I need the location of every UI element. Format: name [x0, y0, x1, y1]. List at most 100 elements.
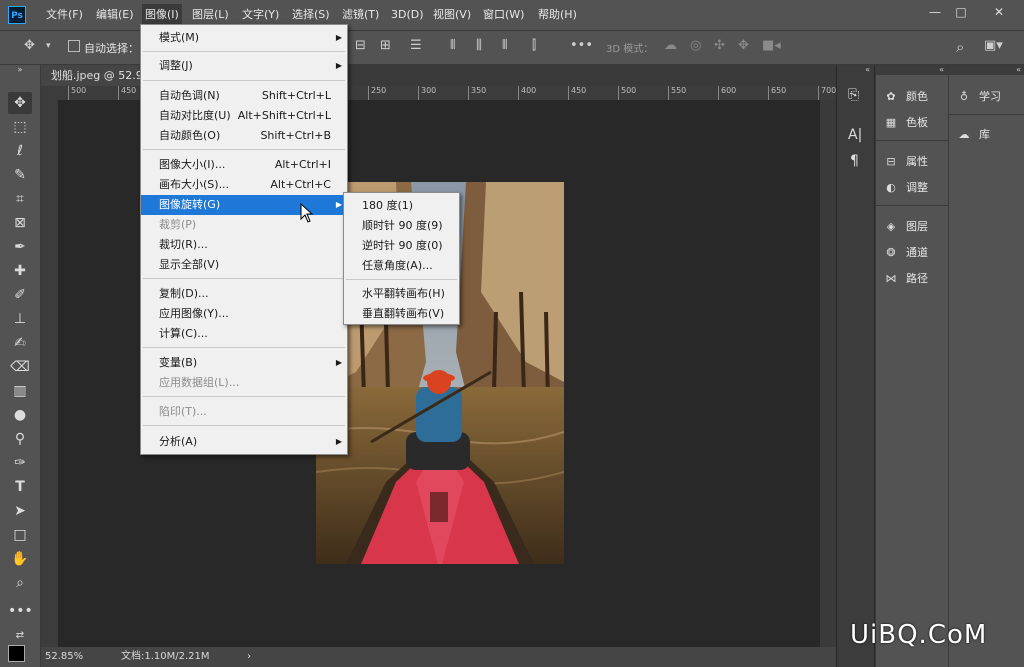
menu-item-rotate-ccw-90[interactable]: 逆时针 90 度(0) [344, 236, 459, 256]
3d-roll-icon[interactable]: ◎ [690, 38, 701, 53]
menu-window[interactable]: 窗口(W) [483, 0, 524, 30]
collapse-icon[interactable]: « [876, 65, 948, 75]
dropdown-arrow-icon[interactable]: ▾ [46, 41, 51, 51]
auto-select-checkbox[interactable] [68, 40, 80, 52]
menu-item-canvas-size[interactable]: 画布大小(S)... Alt+Ctrl+C [141, 175, 347, 195]
3d-scale-icon[interactable]: ■◂ [762, 38, 781, 53]
menu-item-image-rotation[interactable]: 图像旋转(G) ▶ [141, 195, 347, 215]
zoom-tool-icon[interactable]: ⌕ [8, 572, 32, 594]
history-brush-tool-icon[interactable]: ✍ [8, 332, 32, 354]
menu-item-rotate-arbitrary[interactable]: 任意角度(A)... [344, 256, 459, 276]
menu-item-auto-tone[interactable]: 自动色调(N) Shift+Ctrl+L [141, 86, 347, 106]
gradient-tool-icon[interactable]: ▥ [8, 380, 32, 402]
menu-help[interactable]: 帮助(H) [538, 0, 577, 30]
crop-tool-icon[interactable]: ⌗ [8, 188, 32, 210]
panel-channels[interactable]: ❂ 通道 [882, 242, 928, 264]
align-center-icon[interactable]: ⊞ [380, 38, 391, 53]
ruler-corner [41, 86, 58, 100]
panel-swatches[interactable]: ▦ 色板 [882, 112, 928, 134]
menu-item-label: 图像大小(I)... [159, 158, 226, 171]
close-button[interactable]: ✕ [988, 4, 1010, 20]
eyedropper-tool-icon[interactable]: ✒ [8, 236, 32, 258]
panel-swatches-label: 色板 [906, 116, 928, 129]
panel-learn[interactable]: ♁ 学习 [955, 86, 1001, 108]
menu-3d[interactable]: 3D(D) [391, 0, 424, 30]
paragraph-panel-icon[interactable]: ¶ [850, 153, 859, 169]
hand-tool-icon[interactable]: ✋ [8, 548, 32, 570]
menu-item-rotate-180[interactable]: 180 度(1) [344, 196, 459, 216]
panel-properties[interactable]: ⊟ 属性 [882, 151, 928, 173]
align-icon[interactable]: ⊟ [355, 38, 366, 53]
panel-adjustments[interactable]: ◐ 调整 [882, 177, 928, 199]
menu-item-auto-contrast[interactable]: 自动对比度(U) Alt+Shift+Ctrl+L [141, 106, 347, 126]
pen-tool-icon[interactable]: ✑ [8, 452, 32, 474]
distribute-space-icon[interactable]: ⫿ [532, 38, 536, 53]
panel-paths[interactable]: ⋈ 路径 [882, 268, 929, 290]
menu-item-apply-data-set[interactable]: 应用数据组(L)... [141, 373, 347, 393]
menu-item-trap[interactable]: 陷印(T)... [141, 402, 347, 422]
menu-item-mode[interactable]: 模式(M) ▶ [141, 28, 347, 48]
panel-libraries[interactable]: ☁ 库 [955, 124, 991, 146]
menu-item-trim[interactable]: 裁切(R)... [141, 235, 347, 255]
panel-color[interactable]: ✿ 颜色 [882, 86, 928, 108]
history-panel-icon[interactable]: ⎘ [848, 87, 859, 103]
distribute-icon[interactable]: ⫴ [450, 38, 455, 53]
healing-brush-tool-icon[interactable]: ✚ [8, 260, 32, 282]
brush-tool-icon[interactable]: ✐ [8, 284, 32, 306]
search-icon[interactable]: ⌕ [956, 38, 964, 56]
swap-colors-icon[interactable]: ⇄ [8, 625, 32, 647]
character-panel-icon[interactable]: A| [848, 127, 862, 143]
collapse-icon[interactable]: » [8, 65, 32, 75]
3d-orbit-icon[interactable]: ☁ [664, 38, 677, 53]
menu-item-label: 分析(A) [159, 435, 198, 448]
eraser-tool-icon[interactable]: ⌫ [8, 356, 32, 378]
workspace-icon[interactable]: ▣▾ [984, 38, 1003, 53]
zoom-level[interactable]: 52.85% [45, 647, 83, 667]
menu-item-duplicate[interactable]: 复制(D)... [141, 284, 347, 304]
menu-item-crop[interactable]: 裁剪(P) [141, 215, 347, 235]
marquee-tool-icon[interactable]: ⬚ [8, 116, 32, 138]
menu-item-flip-vertical[interactable]: 垂直翻转画布(V) [344, 304, 459, 324]
stamp-tool-icon[interactable]: ⊥ [8, 308, 32, 330]
menu-view[interactable]: 视图(V) [433, 0, 471, 30]
menu-item-calculations[interactable]: 计算(C)... [141, 324, 347, 344]
menu-item-label: 自动色调(N) [159, 89, 220, 102]
menu-item-apply-image[interactable]: 应用图像(Y)... [141, 304, 347, 324]
dodge-tool-icon[interactable]: ⚲ [8, 428, 32, 450]
rectangle-tool-icon[interactable]: □ [8, 524, 32, 546]
restore-button[interactable]: □ [950, 4, 972, 20]
menu-file[interactable]: 文件(F) [46, 0, 83, 30]
quick-select-tool-icon[interactable]: ✎ [8, 164, 32, 186]
distribute-bottom-icon[interactable]: ⫴ [502, 38, 507, 53]
status-expand-icon[interactable]: › [247, 647, 251, 667]
more-options-icon[interactable]: ••• [570, 38, 593, 53]
menu-item-auto-color[interactable]: 自动颜色(O) Shift+Ctrl+B [141, 126, 347, 146]
foreground-color-swatch[interactable] [8, 645, 25, 662]
menu-item-analysis[interactable]: 分析(A) ▶ [141, 432, 347, 452]
type-tool-icon[interactable]: T [8, 476, 32, 498]
menu-item-label: 变量(B) [159, 356, 198, 369]
panel-layers[interactable]: ◈ 图层 [882, 216, 928, 238]
menu-item-adjustments[interactable]: 调整(J) ▶ [141, 56, 347, 76]
collapse-icon[interactable]: « [837, 65, 874, 75]
menu-item-rotate-cw-90[interactable]: 顺时针 90 度(9) [344, 216, 459, 236]
3d-pan-icon[interactable]: ✣ [714, 38, 725, 53]
lasso-tool-icon[interactable]: ℓ [8, 140, 32, 162]
menu-item-variables[interactable]: 变量(B) ▶ [141, 353, 347, 373]
menu-edit[interactable]: 编辑(E) [96, 0, 134, 30]
distribute-center-icon[interactable]: ⫼ [476, 38, 482, 53]
menu-item-reveal-all[interactable]: 显示全部(V) [141, 255, 347, 275]
menu-item-image-size[interactable]: 图像大小(I)... Alt+Ctrl+I [141, 155, 347, 175]
more-tools-icon[interactable]: ••• [8, 600, 33, 622]
menu-item-flip-horizontal[interactable]: 水平翻转画布(H) [344, 284, 459, 304]
vertical-scrollbar[interactable] [820, 100, 836, 647]
minimize-button[interactable]: — [924, 4, 946, 20]
3d-slide-icon[interactable]: ✥ [738, 38, 749, 53]
move-tool-icon[interactable]: ✥ [8, 92, 32, 114]
collapse-icon[interactable]: « [949, 65, 1024, 75]
blur-tool-icon[interactable]: ● [8, 404, 32, 426]
frame-tool-icon[interactable]: ⊠ [8, 212, 32, 234]
move-tool-icon[interactable]: ✥ [24, 38, 35, 53]
path-select-tool-icon[interactable]: ➤ [8, 500, 32, 522]
align-bottom-icon[interactable]: ☰ [410, 38, 422, 53]
